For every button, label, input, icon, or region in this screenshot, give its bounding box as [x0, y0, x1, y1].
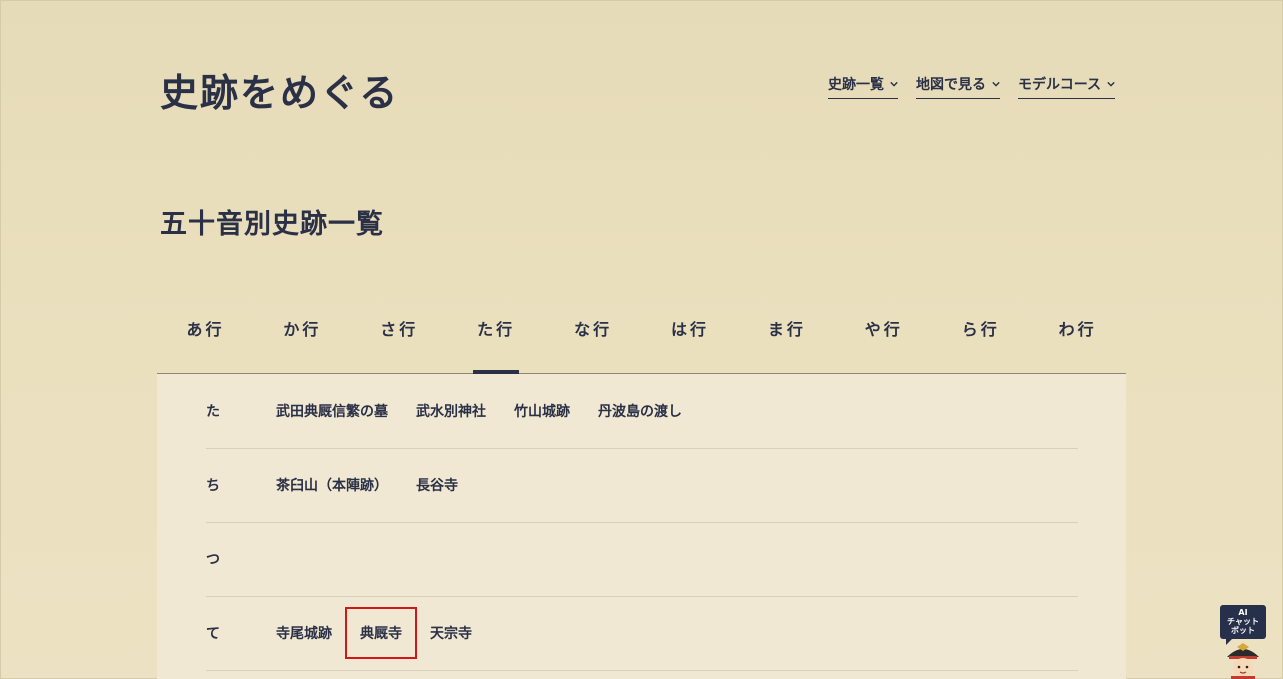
site-link[interactable]: 竹山城跡: [514, 401, 570, 421]
chevron-down-icon: [890, 81, 898, 87]
chevron-down-icon: [992, 81, 1000, 87]
nav-model-course-label: モデルコース: [1018, 77, 1102, 93]
chatbot-label-chat: チャット: [1227, 617, 1259, 626]
tab-ta[interactable]: た行: [448, 300, 545, 373]
site-link[interactable]: 茶臼山（本陣跡）: [276, 475, 388, 495]
kana-row-tsu: つ: [206, 522, 1078, 597]
site-link-highlighted[interactable]: 典厩寺: [345, 607, 417, 659]
nav-site-list-label: 史跡一覧: [828, 77, 884, 93]
site-link[interactable]: 天宗寺: [430, 623, 472, 643]
kana-label: て: [206, 626, 220, 642]
site-list-panel: た 武田典厩信繁の墓 武水別神社 竹山城跡 丹波島の渡し ち 茶臼山（本陣跡） …: [157, 374, 1126, 679]
tab-na[interactable]: な行: [545, 300, 642, 373]
tab-ka[interactable]: か行: [254, 300, 351, 373]
tab-wa[interactable]: わ行: [1029, 300, 1126, 373]
kana-row-te: て 寺尾城跡 典厩寺 天宗寺: [206, 596, 1078, 671]
tab-sa[interactable]: さ行: [351, 300, 448, 373]
kana-label: た: [206, 404, 220, 420]
chevron-down-icon: [1107, 81, 1115, 87]
site-link[interactable]: 武水別神社: [416, 401, 486, 421]
kana-tabs: あ行 か行 さ行 た行 な行 は行 ま行 や行 ら行 わ行: [157, 300, 1126, 374]
tab-ha[interactable]: は行: [642, 300, 739, 373]
nav-model-course[interactable]: モデルコース: [1018, 74, 1116, 99]
kana-label: ち: [206, 478, 220, 494]
site-link[interactable]: 寺尾城跡: [276, 623, 332, 643]
section-title: 五十音別史跡一覧: [160, 209, 384, 240]
site-title[interactable]: 史跡をめぐる: [160, 62, 399, 117]
chatbot-bubble: AI チャット ボット: [1220, 605, 1266, 645]
global-nav: 史跡一覧 地図で見る モデルコース: [828, 74, 1116, 99]
kana-row-chi: ち 茶臼山（本陣跡） 長谷寺: [206, 448, 1078, 523]
tab-ma[interactable]: ま行: [738, 300, 835, 373]
kana-row-ta: た 武田典厩信繁の墓 武水別神社 竹山城跡 丹波島の渡し: [206, 374, 1078, 449]
site-link[interactable]: 武田典厩信繁の墓: [276, 401, 388, 421]
tab-a[interactable]: あ行: [157, 300, 254, 373]
site-link[interactable]: 丹波島の渡し: [598, 401, 682, 421]
kana-label: つ: [206, 552, 220, 568]
samurai-mascot-icon: [1227, 643, 1259, 679]
chatbot-label-ai: AI: [1238, 608, 1248, 617]
tab-ra[interactable]: ら行: [932, 300, 1029, 373]
nav-map[interactable]: 地図で見る: [916, 74, 1000, 99]
tab-ya[interactable]: や行: [835, 300, 932, 373]
ai-chatbot-button[interactable]: AI チャット ボット: [1219, 605, 1267, 679]
chatbot-label-bot: ボット: [1231, 626, 1255, 635]
nav-site-list[interactable]: 史跡一覧: [828, 74, 898, 99]
site-link[interactable]: 長谷寺: [416, 475, 458, 495]
nav-map-label: 地図で見る: [916, 77, 986, 93]
